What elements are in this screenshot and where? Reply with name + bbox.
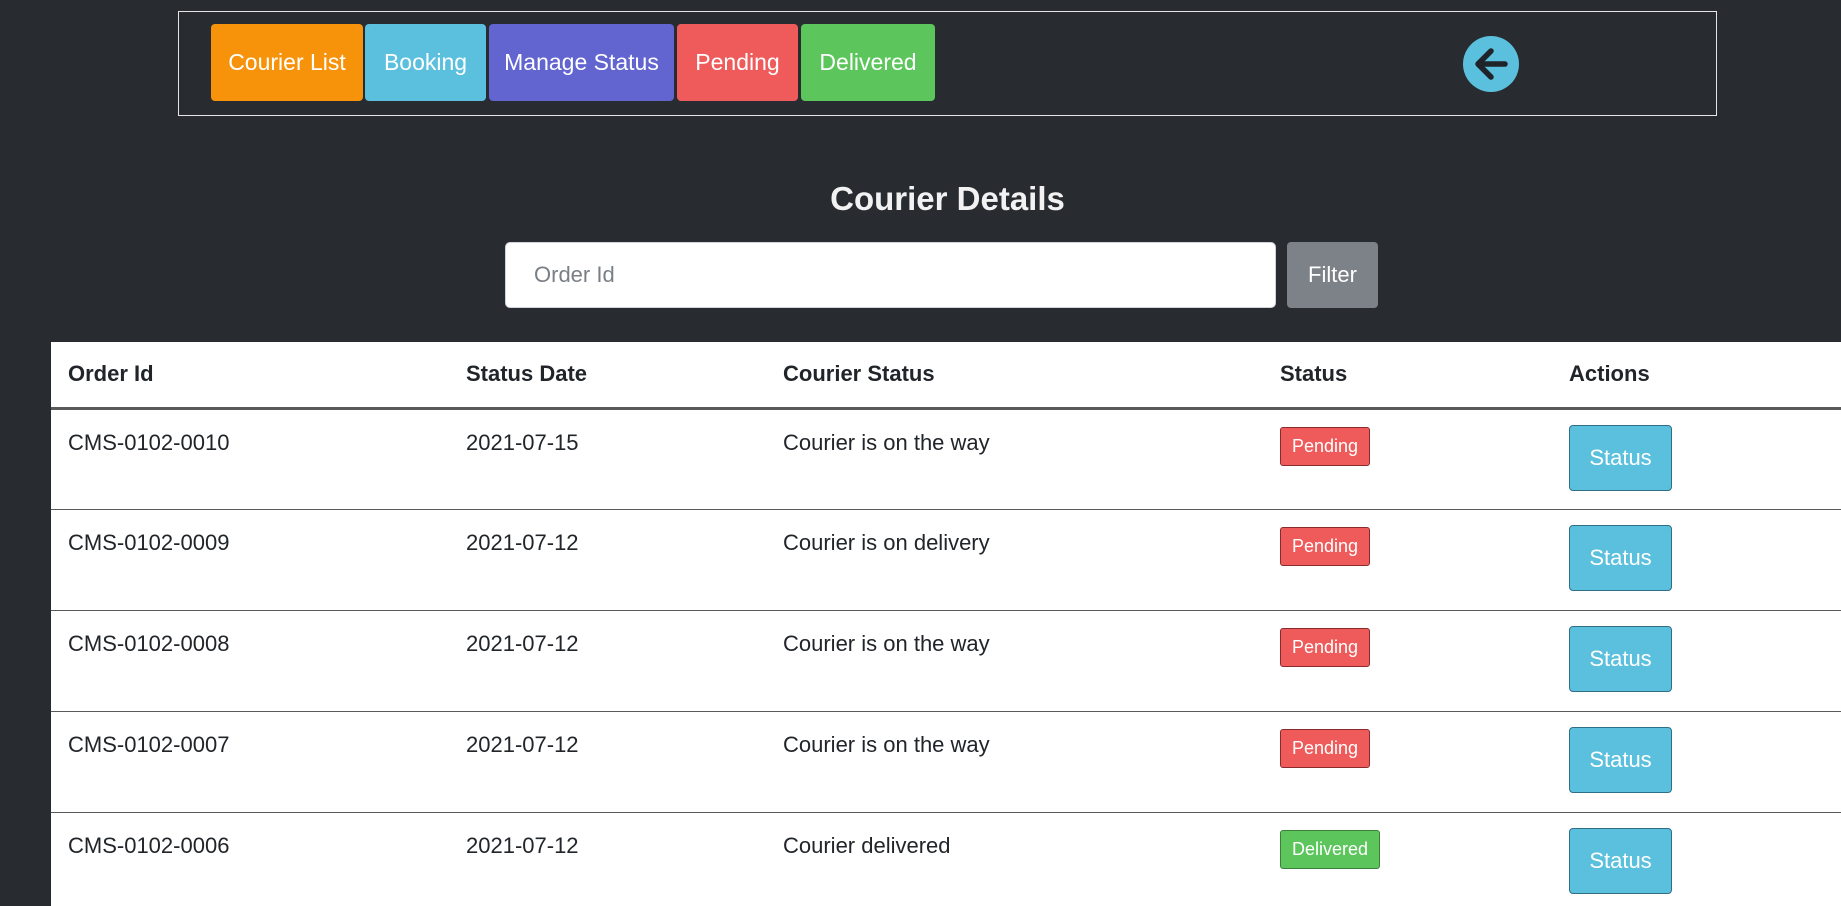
status-action-button[interactable]: Status [1569,827,1672,894]
status-date-cell: 2021-07-12 [449,610,766,712]
status-cell: Pending [1263,509,1552,611]
top-navbar: Courier List Booking Manage Status Pendi… [178,11,1717,116]
table-row: CMS-0102-0009 2021-07-12 Courier is on d… [51,509,1841,611]
actions-cell: Status [1552,509,1841,611]
table-row: CMS-0102-0008 2021-07-12 Courier is on t… [51,610,1841,712]
arrow-left-icon [1475,48,1508,80]
actions-cell: Status [1552,408,1841,510]
actions-cell: Status [1552,711,1841,813]
order-id-search-input[interactable] [505,242,1276,308]
page-root: Courier List Booking Manage Status Pendi… [0,0,1841,906]
courier-table-container: Order Id Status Date Courier Status Stat… [51,342,1841,906]
courier-status-cell: Courier is on the way [766,610,1263,712]
order-id-cell: CMS-0102-0009 [51,509,449,611]
nav-manage-status-button[interactable]: Manage Status [489,24,674,101]
status-date-cell: 2021-07-15 [449,408,766,510]
courier-status-cell: Courier delivered [766,812,1263,906]
status-badge: Delivered [1280,829,1381,869]
nav-courier-list-button[interactable]: Courier List [211,24,363,101]
order-id-cell: CMS-0102-0008 [51,610,449,712]
table-row: CMS-0102-0007 2021-07-12 Courier is on t… [51,711,1841,813]
page-title: Courier Details [830,180,1065,217]
nav-pending-button[interactable]: Pending [677,24,798,101]
column-header-status: Status [1263,342,1552,410]
status-date-cell: 2021-07-12 [449,509,766,611]
table-header-row: Order Id Status Date Courier Status Stat… [51,342,1841,410]
table-row: CMS-0102-0010 2021-07-15 Courier is on t… [51,408,1841,510]
courier-table: Order Id Status Date Courier Status Stat… [51,342,1841,906]
back-button[interactable] [1463,36,1519,92]
order-id-cell: CMS-0102-0007 [51,711,449,813]
status-action-button[interactable]: Status [1569,424,1672,491]
filter-button[interactable]: Filter [1287,242,1378,308]
nav-booking-button[interactable]: Booking [365,24,486,101]
status-date-cell: 2021-07-12 [449,711,766,813]
column-header-order-id: Order Id [51,342,449,410]
column-header-status-date: Status Date [449,342,766,410]
status-cell: Delivered [1263,812,1552,906]
column-header-actions: Actions [1552,342,1841,410]
nav-delivered-button[interactable]: Delivered [801,24,935,101]
status-cell: Pending [1263,408,1552,510]
actions-cell: Status [1552,812,1841,906]
status-badge: Pending [1280,426,1371,466]
courier-status-cell: Courier is on the way [766,408,1263,510]
status-date-cell: 2021-07-12 [449,812,766,906]
order-id-cell: CMS-0102-0010 [51,408,449,510]
status-action-button[interactable]: Status [1569,726,1672,793]
table-row: CMS-0102-0006 2021-07-12 Courier deliver… [51,812,1841,906]
order-id-cell: CMS-0102-0006 [51,812,449,906]
status-badge: Pending [1280,627,1371,667]
status-cell: Pending [1263,610,1552,712]
column-header-courier-status: Courier Status [766,342,1263,410]
courier-status-cell: Courier is on the way [766,711,1263,813]
status-cell: Pending [1263,711,1552,813]
status-badge: Pending [1280,728,1371,768]
status-action-button[interactable]: Status [1569,524,1672,591]
status-action-button[interactable]: Status [1569,625,1672,692]
courier-status-cell: Courier is on delivery [766,509,1263,611]
status-badge: Pending [1280,526,1371,566]
actions-cell: Status [1552,610,1841,712]
